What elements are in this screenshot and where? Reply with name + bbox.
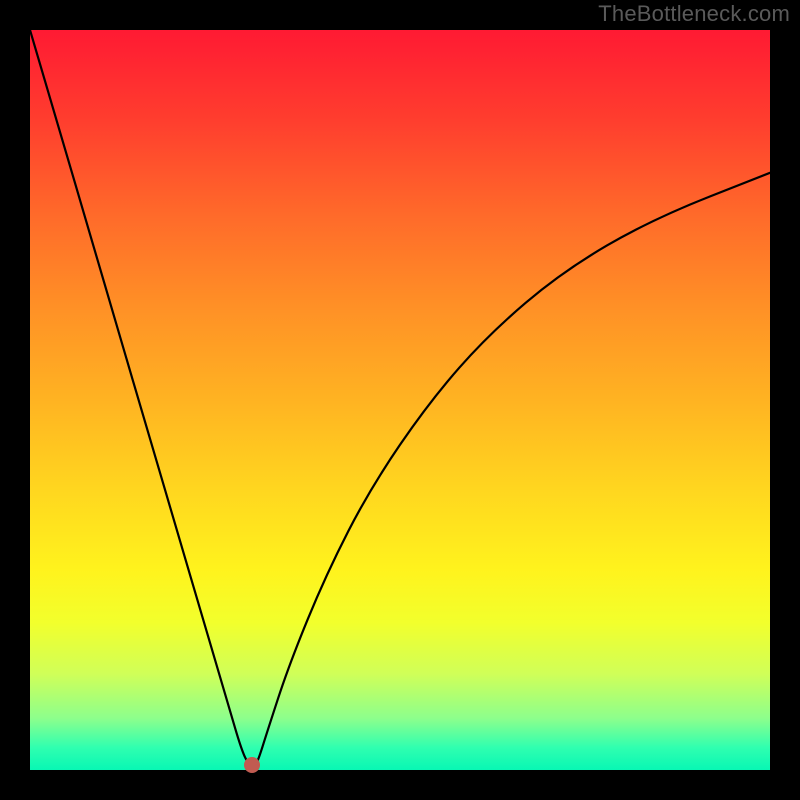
plot-area [30,30,770,770]
watermark-text: TheBottleneck.com [598,0,790,28]
chart-frame: TheBottleneck.com [0,0,800,800]
optimum-marker [244,757,260,773]
bottleneck-curve [30,30,770,770]
